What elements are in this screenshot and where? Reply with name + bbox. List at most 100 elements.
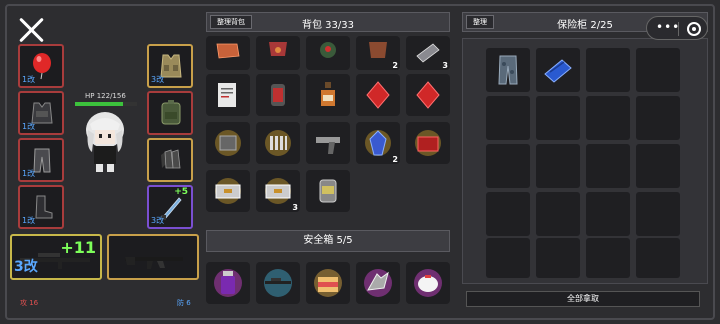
vault-slot-empty[interactable] [636,96,680,140]
vault-slot-empty[interactable] [586,144,630,188]
hp-label: HP 122/156 [85,92,126,100]
vault-slot-empty[interactable] [536,238,580,278]
equip-plus: +5 [174,187,188,197]
vault-slot-empty[interactable] [486,192,530,236]
vault-slot-empty[interactable] [586,238,630,278]
equip-level: 1改 [22,122,36,131]
vault-slot-empty[interactable] [486,96,530,140]
backpack-item[interactable]: 2 [356,122,400,164]
backpack-item[interactable]: 3 [406,36,450,70]
more-menu-button[interactable]: ••• [656,20,680,34]
item-count: 3 [292,203,298,212]
backpack-item[interactable] [206,170,250,212]
character-sprite [86,112,124,172]
vault-slot-empty[interactable] [636,48,680,92]
weapon-plus: +11 [60,238,96,257]
take-all-button[interactable]: 全部拿取 [466,291,700,307]
cake-icon [314,269,342,297]
item-count: 2 [392,61,398,70]
safe-box-item[interactable] [356,262,400,304]
close-button[interactable] [18,16,46,44]
bottle-icon [321,82,335,106]
backpack-item[interactable] [406,74,450,116]
equip-slot-boots[interactable]: 1改 [18,185,64,229]
gloves-icon [161,149,181,169]
blue-crystal-icon [365,130,391,156]
pistol-icon [316,137,340,154]
white-orb-icon [414,269,442,297]
rifle-icon [264,269,292,297]
vault-slot-empty[interactable] [536,144,580,188]
equip-level: 3改 [151,216,165,225]
vault-slot-empty[interactable] [536,96,580,140]
vault-slot-empty[interactable] [636,238,680,278]
safe-box-item[interactable] [406,262,450,304]
safe-box-header: 安全箱 5/5 [206,230,450,252]
hp-bar [75,102,137,106]
vault-item[interactable] [486,48,530,92]
equip-slot-knife[interactable]: +5 3改 [147,185,193,229]
red-gem-icon [416,81,440,109]
defense-stat: 防 6 [177,299,191,307]
vault-slot-empty[interactable] [486,238,530,278]
backpack-item[interactable] [306,74,350,116]
backpack-item[interactable] [356,74,400,116]
machine-part-icon [215,130,241,156]
backpack-item[interactable] [306,122,350,164]
equip-slot-balloon[interactable]: 1改 [18,44,64,88]
equip-level: 1改 [22,216,36,225]
exit-target-icon[interactable] [687,22,701,36]
equip-level: 3改 [151,75,165,84]
pouch-icon [269,42,287,56]
red-gem-icon [366,81,390,109]
vault-slot-empty[interactable] [636,192,680,236]
vault-item[interactable] [536,48,580,92]
equip-slot-gloves[interactable] [147,138,193,182]
equip-slot-backpack[interactable] [147,91,193,135]
equip-level: 1改 [22,75,36,84]
camo-pants-icon [498,55,518,85]
safe-box-item[interactable] [206,262,250,304]
safe-box-item[interactable] [256,262,300,304]
backpack-item[interactable] [406,122,450,164]
backpack-item[interactable] [256,36,300,70]
backpack-item[interactable] [206,36,250,70]
battery-icon [271,84,285,106]
game-inventory-screen: 1改 1改 1改 1改 HP 122/156 3改 +5 3改 +11 3改 攻… [0,0,720,324]
cloth-icon [369,42,387,58]
ammo-case-icon [265,178,291,204]
backpack-item[interactable] [306,170,350,212]
capsule-divider [678,22,679,36]
ammo-case-icon [215,178,241,204]
miniprogram-capsule: ••• [646,16,708,40]
equip-slot-armor[interactable]: 1改 [18,91,64,135]
blue-tarp-icon [544,59,572,83]
backpack-icon [161,100,181,125]
backpack-item[interactable] [256,122,300,164]
equip-level: 1改 [22,169,36,178]
vault-slot-empty[interactable] [636,144,680,188]
vault-slot-empty[interactable] [586,192,630,236]
document-icon [218,83,236,107]
vault-slot-empty[interactable] [486,144,530,188]
vault-slot-empty[interactable] [586,96,630,140]
item-count: 3 [442,61,448,70]
backpack-item[interactable] [206,74,250,116]
backpack-item[interactable]: 2 [356,36,400,70]
secondary-weapon-slot[interactable] [107,234,199,280]
flashlight-icon [416,43,440,63]
equip-slot-pants[interactable]: 1改 [18,138,64,182]
backpack-item[interactable] [256,74,300,116]
backpack-item[interactable]: 3 [256,170,300,212]
backpack-item[interactable] [306,36,350,70]
safe-box-item[interactable] [306,262,350,304]
main-weapon-slot[interactable]: +11 3改 [10,234,102,280]
attack-stat: 攻 16 [20,299,39,307]
vault-slot-empty[interactable] [586,48,630,92]
backpack-item[interactable] [206,122,250,164]
red-box-icon [415,130,441,156]
equip-slot-vest[interactable]: 3改 [147,44,193,88]
vault-slot-empty[interactable] [536,192,580,236]
potion-jar-icon [214,269,242,297]
hp-bar-fill [75,102,124,106]
